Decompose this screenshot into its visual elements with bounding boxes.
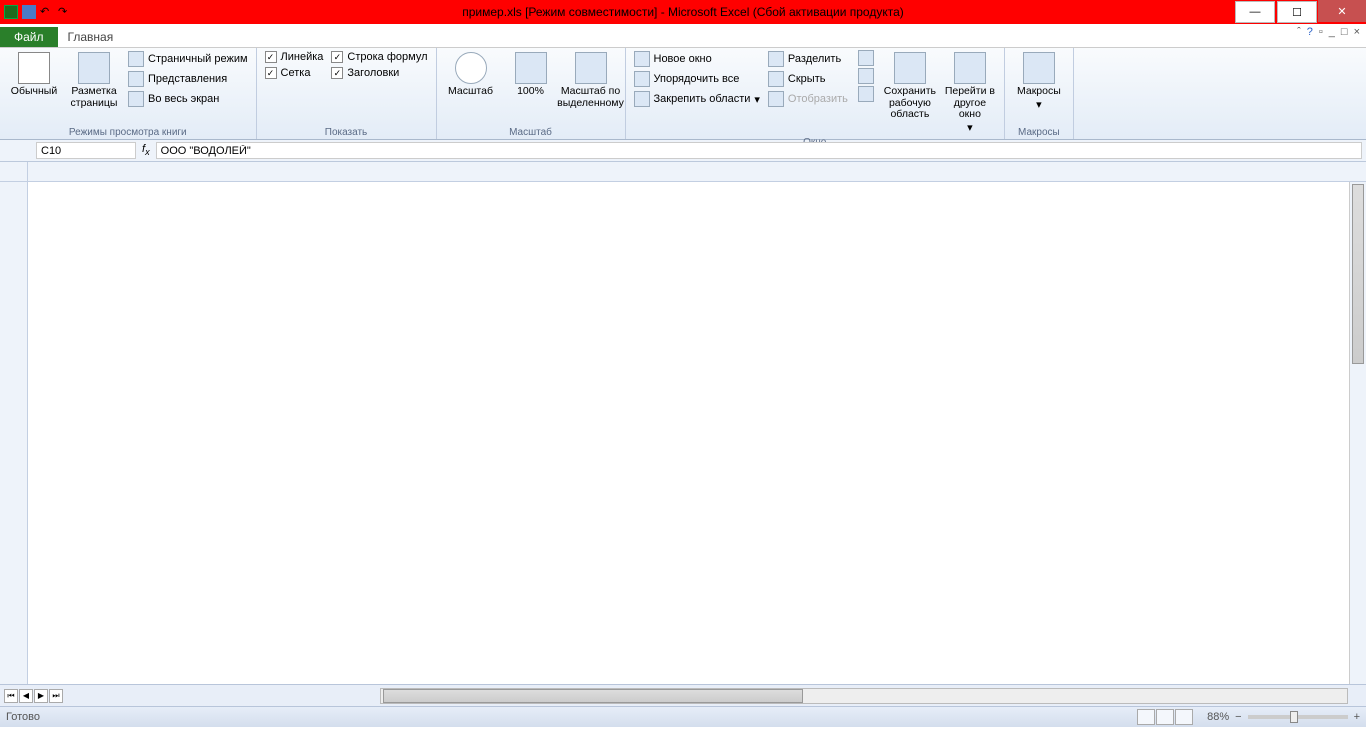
formula-input[interactable] bbox=[156, 142, 1362, 159]
group-zoom-label: Масштаб bbox=[443, 126, 619, 138]
status-ready: Готово bbox=[6, 711, 40, 723]
window-restore-icon[interactable]: ▫ bbox=[1319, 26, 1323, 38]
arrange-button[interactable]: Упорядочить все bbox=[632, 70, 762, 88]
full-screen-button[interactable]: Во весь экран bbox=[126, 90, 250, 108]
sync-scroll-icon[interactable] bbox=[858, 68, 874, 84]
last-sheet-button[interactable]: ⏭ bbox=[49, 689, 63, 703]
name-box[interactable] bbox=[36, 142, 136, 159]
group-macros-label: Макросы bbox=[1011, 126, 1067, 138]
first-sheet-button[interactable]: ⏮ bbox=[4, 689, 18, 703]
page-layout-view-icon[interactable] bbox=[1156, 709, 1174, 725]
zoom-in-button[interactable]: + bbox=[1354, 711, 1360, 723]
ribbon: Обычный Разметка страницы Страничный реж… bbox=[0, 48, 1366, 140]
titlebar: ↶ ↷ пример.xls [Режим совместимости] - M… bbox=[0, 0, 1366, 24]
hide-button[interactable]: Скрыть bbox=[766, 70, 850, 88]
sheet-tabs-bar: ⏮ ◀ ▶ ⏭ bbox=[0, 684, 1366, 706]
freeze-panes-button[interactable]: Закрепить области ▾ bbox=[632, 90, 762, 108]
save-workspace-button[interactable]: Сохранить рабочую область bbox=[882, 50, 938, 123]
undo-icon[interactable]: ↶ bbox=[40, 5, 54, 19]
status-bar: Готово 88% − + bbox=[0, 706, 1366, 727]
ribbon-tab-Главная[interactable]: Главная bbox=[58, 27, 124, 47]
zoom-slider[interactable] bbox=[1248, 715, 1348, 719]
zoom-selection-button[interactable]: Масштаб по выделенному bbox=[563, 50, 619, 111]
formula-bar: fx bbox=[0, 140, 1366, 162]
minimize-button[interactable]: — bbox=[1235, 1, 1275, 23]
normal-view-icon[interactable] bbox=[1137, 709, 1155, 725]
excel-icon bbox=[4, 5, 18, 19]
headings-checkbox[interactable]: ✓Заголовки bbox=[329, 66, 429, 80]
prev-sheet-button[interactable]: ◀ bbox=[19, 689, 33, 703]
next-sheet-button[interactable]: ▶ bbox=[34, 689, 48, 703]
doc-close-icon[interactable]: × bbox=[1354, 26, 1360, 38]
redo-icon[interactable]: ↷ bbox=[58, 5, 72, 19]
zoom-level[interactable]: 88% bbox=[1207, 711, 1229, 723]
split-button[interactable]: Разделить bbox=[766, 50, 850, 68]
minimize-ribbon-icon[interactable]: ˆ bbox=[1297, 26, 1301, 38]
fx-icon[interactable]: fx bbox=[142, 143, 150, 157]
maximize-button[interactable]: ☐ bbox=[1277, 1, 1317, 23]
page-break-view-icon[interactable] bbox=[1175, 709, 1193, 725]
doc-maximize-icon[interactable]: □ bbox=[1341, 26, 1348, 38]
unhide-button[interactable]: Отобразить bbox=[766, 90, 850, 108]
help-icon[interactable]: ? bbox=[1307, 26, 1313, 38]
group-views-label: Режимы просмотра книги bbox=[6, 126, 250, 138]
ribbon-tabs: Файл Главная ˆ ? ▫ _ □ × bbox=[0, 24, 1366, 48]
horizontal-scrollbar[interactable] bbox=[380, 688, 1348, 704]
page-break-button[interactable]: Страничный режим bbox=[126, 50, 250, 68]
spreadsheet-grid[interactable] bbox=[0, 162, 1366, 684]
custom-views-button[interactable]: Представления bbox=[126, 70, 250, 88]
zoom-button[interactable]: Масштаб bbox=[443, 50, 499, 100]
select-all-corner[interactable] bbox=[0, 162, 27, 182]
close-button[interactable]: ✕ bbox=[1318, 0, 1366, 22]
window-title: пример.xls [Режим совместимости] - Micro… bbox=[462, 5, 903, 19]
doc-minimize-icon[interactable]: _ bbox=[1329, 26, 1335, 38]
ruler-checkbox[interactable]: ✓Линейка bbox=[263, 50, 326, 64]
macros-button[interactable]: Макросы ▾ bbox=[1011, 50, 1067, 113]
normal-view-button[interactable]: Обычный bbox=[6, 50, 62, 100]
new-window-button[interactable]: Новое окно bbox=[632, 50, 762, 68]
zoom-100-button[interactable]: 100% bbox=[503, 50, 559, 100]
reset-window-icon[interactable] bbox=[858, 86, 874, 102]
grid-checkbox[interactable]: ✓Сетка bbox=[263, 66, 326, 80]
save-icon[interactable] bbox=[22, 5, 36, 19]
switch-windows-button[interactable]: Перейти в другое окно ▾ bbox=[942, 50, 998, 136]
file-tab[interactable]: Файл bbox=[0, 27, 58, 47]
vertical-scrollbar[interactable] bbox=[1349, 182, 1366, 684]
view-side-icon[interactable] bbox=[858, 50, 874, 66]
zoom-out-button[interactable]: − bbox=[1235, 711, 1241, 723]
formula-bar-checkbox[interactable]: ✓Строка формул bbox=[329, 50, 429, 64]
page-layout-button[interactable]: Разметка страницы bbox=[66, 50, 122, 111]
group-show-label: Показать bbox=[263, 126, 430, 138]
